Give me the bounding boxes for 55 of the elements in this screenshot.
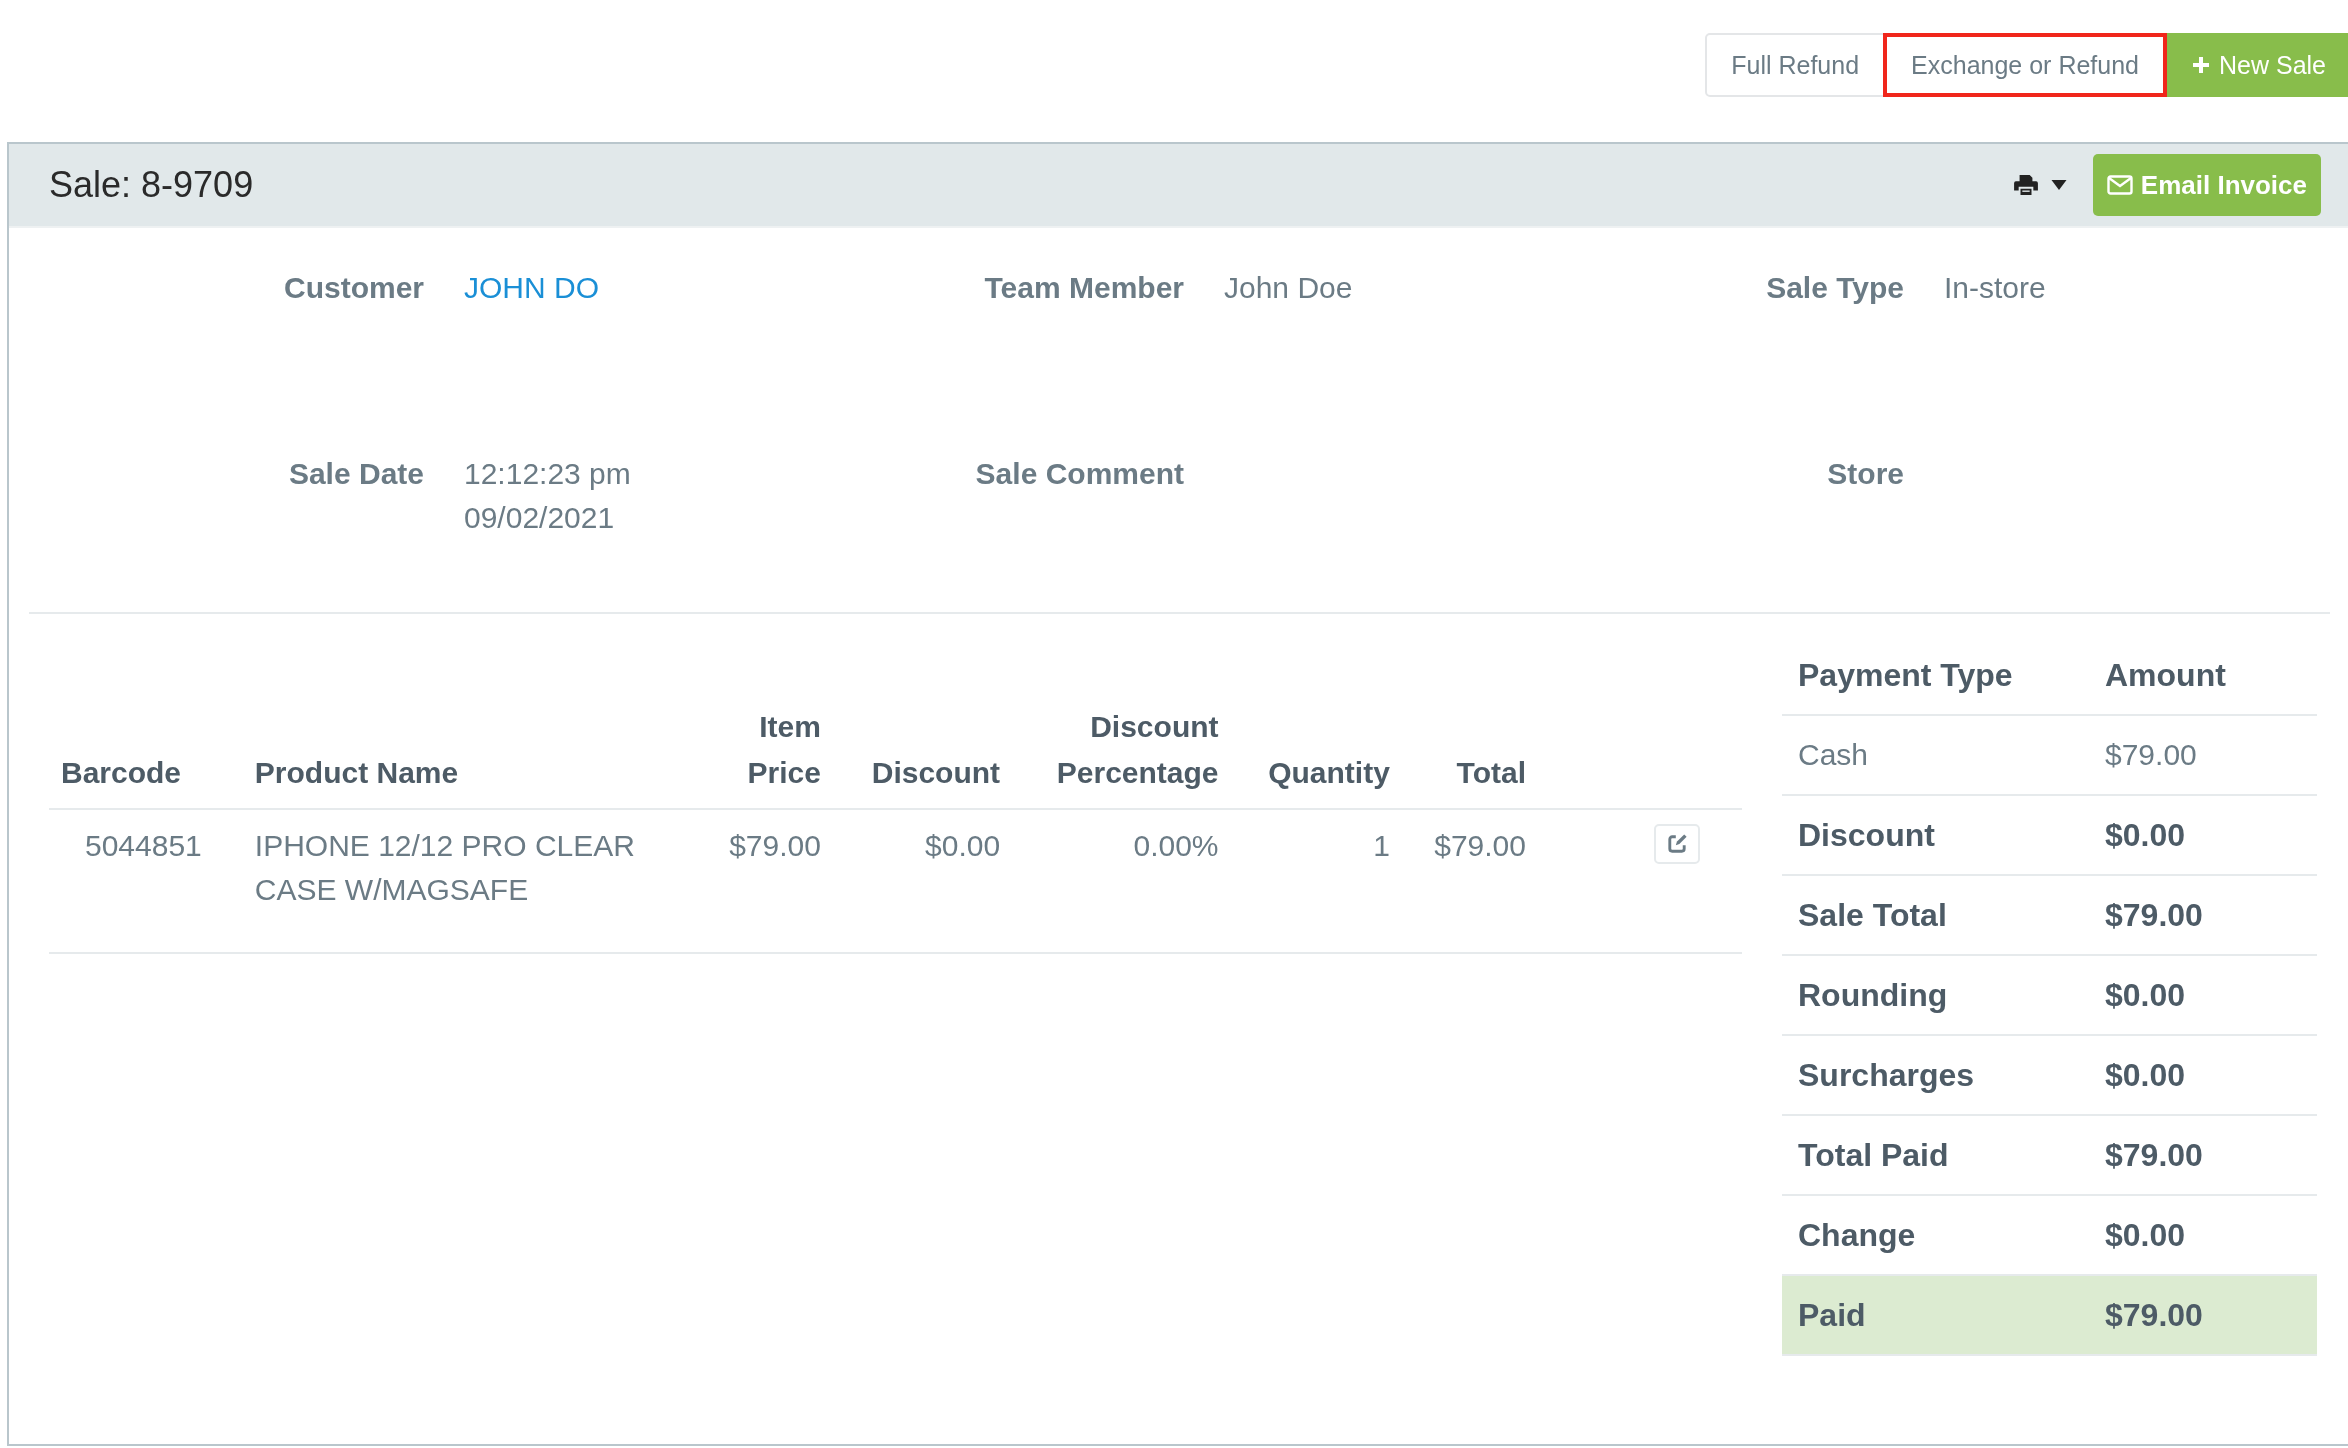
column-header: Item Price <box>696 704 833 809</box>
payment-amount: $0.00 <box>2105 976 2187 1014</box>
payment-amount: $79.00 <box>2105 896 2204 934</box>
payment-label: Rounding <box>1798 976 1949 1014</box>
payment-amount: $0.00 <box>2105 1056 2187 1094</box>
action-button[interactable]: New Sale <box>2165 33 2348 97</box>
field-label: Store <box>1826 456 1905 492</box>
table-cell: $79.00 <box>1401 809 1538 953</box>
sale-title: Sale: 8-9709 <box>49 164 254 206</box>
payment-label: Cash <box>1798 738 1870 772</box>
table-cell: $79.00 <box>696 809 833 953</box>
column-header: Discount <box>832 704 1013 809</box>
field-label: Sale Type <box>1765 270 1905 306</box>
payment-label: Sale Total <box>1798 896 1948 934</box>
field-value: John Doe <box>1224 270 1354 306</box>
payment-amount: $0.00 <box>2105 1216 2187 1254</box>
envelope-icon <box>2106 175 2133 195</box>
column-header: Payment Type <box>1798 656 2014 694</box>
payment-amount: $0.00 <box>2105 816 2187 854</box>
table-cell: IPHONE 12/12 PRO CLEAR CASE W/MAGSAFE <box>242 809 697 953</box>
edit-icon <box>1665 832 1689 856</box>
field-label: Customer <box>282 270 425 306</box>
table-cell: 5044851 <box>49 809 243 953</box>
column-header: Quantity <box>1230 704 1402 809</box>
payment-label: Paid <box>1798 1296 1867 1334</box>
payment-amount: $79.00 <box>2105 1296 2204 1334</box>
table-cell: $0.00 <box>832 809 1013 953</box>
column-header: Total <box>1401 704 1538 809</box>
field-value: In-store <box>1944 270 2047 306</box>
print-dropdown[interactable] <box>2012 174 2067 196</box>
field-value: 12:12:23 pm <box>464 456 632 492</box>
column-header: Barcode <box>49 704 243 809</box>
payment-label: Surcharges <box>1798 1056 1976 1094</box>
field-label: Sale Date <box>287 456 425 492</box>
column-header: Amount <box>2105 656 2227 694</box>
customer-link[interactable]: JOHN DO <box>464 266 824 310</box>
email-invoice-button[interactable]: Email Invoice <box>2092 154 2321 216</box>
field-label: Sale Comment <box>974 456 1185 492</box>
field-label: Team Member <box>983 270 1185 306</box>
caret-icon <box>2050 180 2067 190</box>
column-header: Discount Percentage <box>1012 704 1231 809</box>
payment-amount: $79.00 <box>2105 1136 2204 1174</box>
printer-icon <box>2012 174 2039 196</box>
action-button[interactable]: Full Refund <box>1705 33 1886 97</box>
edit-button[interactable] <box>1654 824 1700 864</box>
payment-label: Change <box>1798 1216 1917 1254</box>
table-cell: 0.00% <box>1012 809 1231 953</box>
table-cell: 1 <box>1230 809 1402 953</box>
plus-icon <box>2191 55 2211 75</box>
payment-label: Total Paid <box>1798 1136 1950 1174</box>
column-header: Product Name <box>242 704 697 809</box>
payment-label: Discount <box>1798 816 1936 854</box>
payment-amount: $79.00 <box>2105 738 2198 772</box>
action-button[interactable]: Exchange or Refund <box>1883 33 2167 97</box>
field-value: 09/02/2021 <box>464 500 616 536</box>
